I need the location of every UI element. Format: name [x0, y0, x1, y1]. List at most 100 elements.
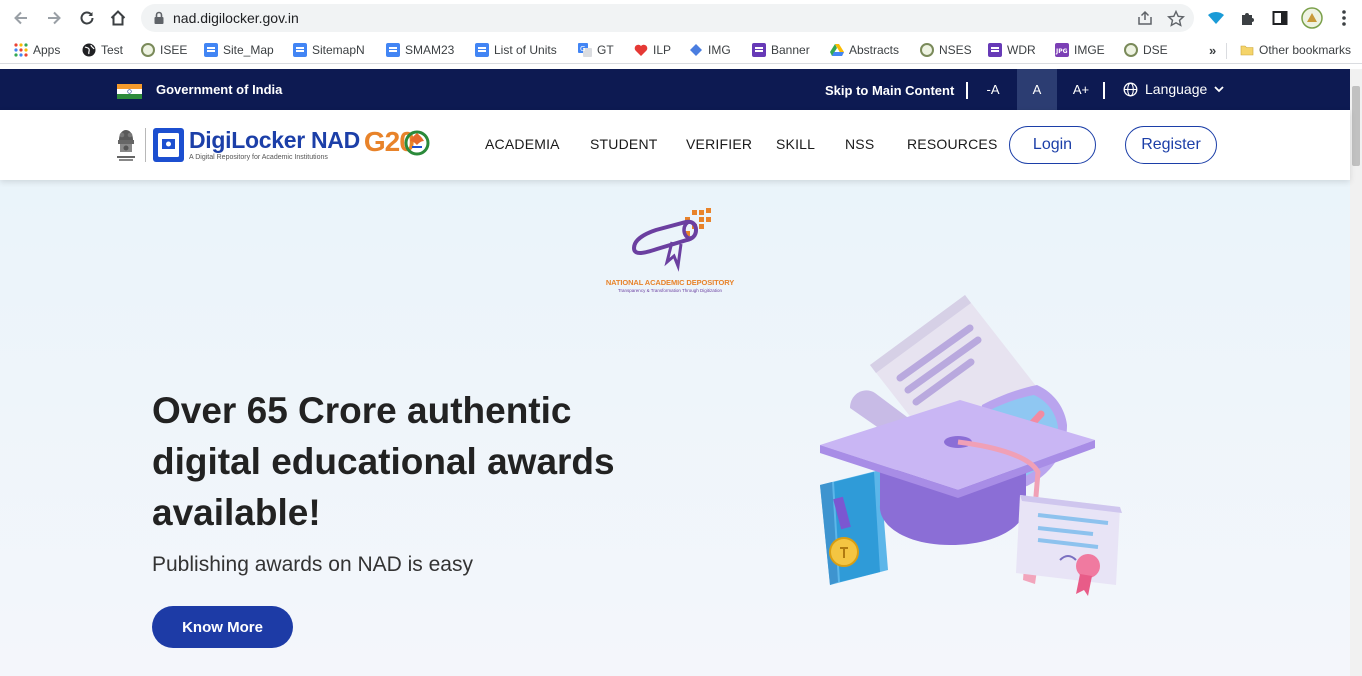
- bookmark-label: DSE: [1143, 43, 1168, 57]
- register-button[interactable]: Register: [1125, 126, 1217, 164]
- bookmarks-bar: Apps Test ISEE Site_Map SitemapN SMAM23 …: [0, 36, 1362, 64]
- logo-tagline: A Digital Repository for Academic Instit…: [189, 153, 328, 161]
- bookmark-wdr[interactable]: WDR: [988, 41, 1036, 59]
- nav-verifier[interactable]: VERIFIER: [686, 136, 752, 152]
- bookmark-apps[interactable]: Apps: [14, 41, 60, 59]
- address-bar[interactable]: nad.digilocker.gov.in: [141, 4, 1194, 32]
- bookmark-label: Test: [101, 43, 124, 57]
- scrollbar-thumb[interactable]: [1352, 86, 1360, 166]
- bookmark-isee[interactable]: ISEE: [141, 41, 187, 59]
- emblem-icon: [1124, 43, 1138, 57]
- hero-subtitle: Publishing awards on NAD is easy: [152, 553, 473, 576]
- hero-section: NATIONAL ACADEMIC DEPOSITORY Transparenc…: [0, 180, 1350, 676]
- bookmarks-divider: [1226, 43, 1227, 59]
- government-of-india-label: Government of India: [156, 82, 283, 97]
- bookmark-banner[interactable]: Banner: [752, 41, 810, 59]
- emblem-icon: [141, 43, 155, 57]
- nav-nss[interactable]: NSS: [845, 136, 874, 152]
- bookmark-ilp[interactable]: ILP: [634, 41, 671, 59]
- kebab-menu-icon[interactable]: [1332, 6, 1356, 30]
- back-button[interactable]: [9, 6, 33, 30]
- bookmark-abstracts[interactable]: Abstracts: [830, 41, 899, 59]
- folder-icon: [1240, 45, 1254, 56]
- doc-icon: [293, 43, 307, 57]
- bookmark-site-map[interactable]: Site_Map: [204, 41, 274, 59]
- nav-resources[interactable]: RESOURCES: [907, 136, 997, 152]
- graduation-illustration: [820, 295, 1122, 596]
- bookmark-list-of-units[interactable]: List of Units: [475, 41, 557, 59]
- bookmark-nses[interactable]: NSES: [920, 41, 972, 59]
- bookmark-label: ISEE: [160, 43, 188, 57]
- digilocker-nad-logo[interactable]: DigiLocker NAD A Digital Repository for …: [115, 126, 432, 164]
- extensions-puzzle-icon[interactable]: [1236, 6, 1260, 30]
- bookmark-label: Banner: [771, 43, 810, 57]
- language-label: Language: [1145, 81, 1208, 97]
- font-decrease-button[interactable]: -A: [978, 69, 1008, 110]
- globe-icon: [82, 43, 96, 57]
- wifi-extension-icon[interactable]: [1204, 6, 1228, 30]
- bookmark-label: List of Units: [494, 43, 557, 57]
- logo-title: DigiLocker NAD: [189, 126, 360, 153]
- drive-icon: [830, 44, 844, 56]
- g20-logo: G20: [364, 126, 432, 164]
- know-more-button[interactable]: Know More: [152, 606, 293, 648]
- nav-academia[interactable]: ACADEMIA: [485, 136, 560, 152]
- bookmark-sitemapn[interactable]: SitemapN: [293, 41, 365, 59]
- reload-icon: [80, 11, 94, 25]
- bookmark-label: IMG: [708, 43, 731, 57]
- lock-icon: [154, 11, 164, 24]
- profile-avatar[interactable]: [1300, 6, 1324, 30]
- browser-toolbar: nad.digilocker.gov.in: [0, 0, 1362, 36]
- login-button[interactable]: Login: [1009, 126, 1096, 164]
- bookmark-imge[interactable]: JPG IMGE: [1055, 41, 1105, 59]
- other-bookmarks-folder[interactable]: Other bookmarks: [1240, 41, 1351, 59]
- doc-icon: [475, 43, 489, 57]
- diploma-scroll-icon: [631, 208, 711, 272]
- globe-icon: [1123, 82, 1138, 96]
- url-text: nad.digilocker.gov.in: [173, 10, 299, 26]
- font-increase-button[interactable]: A+: [1066, 69, 1096, 110]
- back-arrow-icon: [14, 11, 27, 25]
- forward-button[interactable]: [42, 6, 66, 30]
- share-icon[interactable]: [1136, 10, 1154, 26]
- nad-badge-tagline: Transparency & Transformation Through Di…: [617, 288, 723, 293]
- divider: [1103, 82, 1105, 99]
- bookmark-dse[interactable]: DSE: [1124, 41, 1168, 59]
- home-icon: [110, 10, 126, 26]
- bookmark-label: GT: [597, 43, 614, 57]
- apps-grid-icon: [14, 43, 28, 57]
- bookmark-label: NSES: [939, 43, 972, 57]
- main-navigation: DigiLocker NAD A Digital Repository for …: [0, 110, 1350, 180]
- digilocker-icon: [153, 128, 184, 162]
- bookmark-gt[interactable]: G GT: [578, 41, 614, 59]
- star-icon[interactable]: [1167, 10, 1185, 27]
- font-normal-button[interactable]: A: [1017, 69, 1057, 110]
- hero-title: Over 65 Crore authentic digital educatio…: [152, 390, 615, 533]
- forward-arrow-icon: [48, 11, 61, 25]
- language-dropdown[interactable]: Language: [1123, 81, 1224, 97]
- nav-student[interactable]: STUDENT: [590, 136, 658, 152]
- nav-skill[interactable]: SKILL: [776, 136, 815, 152]
- bookmark-label: WDR: [1007, 43, 1036, 57]
- bookmark-label: SitemapN: [312, 43, 365, 57]
- form-icon: [752, 43, 766, 57]
- doc-icon: [204, 43, 218, 57]
- bookmark-label: Apps: [33, 43, 61, 57]
- books-illustration: [820, 470, 888, 585]
- bookmark-label: ILP: [653, 43, 672, 57]
- bookmark-test[interactable]: Test: [82, 41, 123, 59]
- home-button[interactable]: [106, 6, 130, 30]
- lotus-globe-icon: [404, 130, 430, 156]
- page-scrollbar[interactable]: [1350, 69, 1362, 676]
- side-panel-icon[interactable]: [1268, 6, 1292, 30]
- form-icon: [988, 43, 1002, 57]
- bookmarks-overflow-button[interactable]: »: [1209, 41, 1216, 59]
- bookmark-img[interactable]: IMG: [689, 41, 731, 59]
- svg-text:JPG: JPG: [1055, 48, 1068, 55]
- reload-button[interactable]: [75, 6, 99, 30]
- bookmark-label: IMGE: [1074, 43, 1105, 57]
- bookmark-smam23[interactable]: SMAM23: [386, 41, 454, 59]
- skip-to-main-content-link[interactable]: Skip to Main Content: [825, 83, 954, 98]
- national-emblem-icon: [117, 130, 135, 161]
- divider: [966, 82, 968, 99]
